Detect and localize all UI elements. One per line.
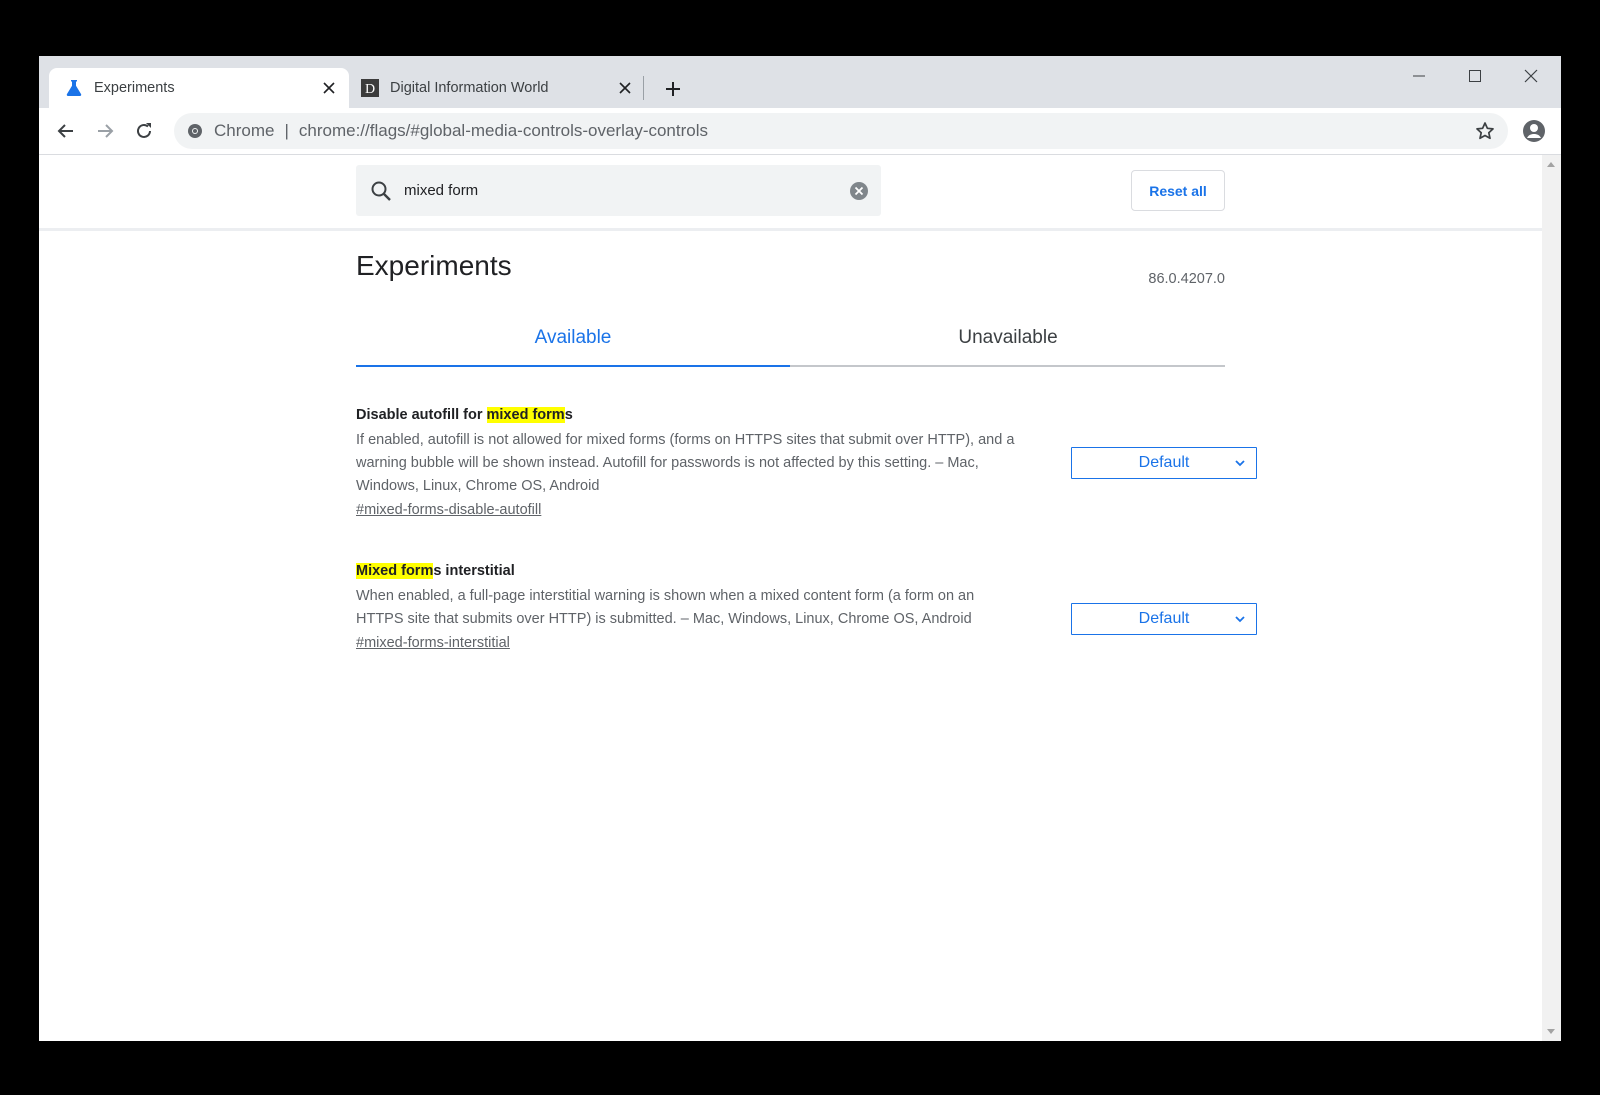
chevron-down-icon <box>1235 616 1245 623</box>
search-icon <box>368 178 394 204</box>
search-box[interactable] <box>356 165 881 216</box>
tab-divider <box>643 76 644 100</box>
close-window-icon[interactable] <box>1508 62 1554 90</box>
flag-state-select[interactable]: Default <box>1071 447 1257 479</box>
close-tab-icon[interactable] <box>615 78 635 98</box>
omnibox-url: chrome://flags/#global-media-controls-ov… <box>298 121 709 140</box>
tab-unavailable[interactable]: Unavailable <box>791 310 1225 365</box>
flag-item: Disable autofill for mixed forms If enab… <box>356 407 1257 519</box>
version-label: 86.0.4207.0 <box>1148 271 1225 287</box>
flag-tabs: Available Unavailable <box>356 310 1225 367</box>
flag-permalink[interactable]: #mixed-forms-interstitial <box>356 635 510 651</box>
forward-arrow-icon[interactable] <box>91 117 119 145</box>
search-input[interactable] <box>402 181 826 200</box>
reload-icon[interactable] <box>130 117 158 145</box>
flag-name: Disable autofill for mixed forms <box>356 407 1225 423</box>
select-value: Default <box>1138 610 1190 627</box>
bookmark-star-icon[interactable] <box>1474 120 1496 142</box>
flags-page: Reset all Experiments 86.0.4207.0 Availa… <box>39 155 1542 1041</box>
tab-title: Experiments <box>94 80 175 96</box>
close-tab-icon[interactable] <box>319 78 339 98</box>
search-highlight: mixed form <box>486 407 565 423</box>
chevron-down-icon <box>1235 460 1245 467</box>
flask-icon <box>65 79 83 97</box>
flag-permalink[interactable]: #mixed-forms-disable-autofill <box>356 502 541 518</box>
scroll-up-icon[interactable] <box>1547 162 1555 167</box>
tab-title: Digital Information World <box>390 80 549 96</box>
new-tab-icon[interactable] <box>660 76 686 102</box>
scroll-down-icon[interactable] <box>1547 1029 1555 1034</box>
svg-text:D: D <box>365 82 375 97</box>
tab-digital-information-world[interactable]: D Digital Information World <box>349 68 645 108</box>
flags-header: Reset all <box>39 155 1542 231</box>
browser-window: Experiments D Digital Information World <box>39 56 1561 1041</box>
flag-description: If enabled, autofill is not allowed for … <box>356 432 1015 494</box>
address-bar[interactable]: Chrome | chrome://flags/#global-media-co… <box>174 113 1508 149</box>
omnibox-origin: Chrome <box>214 121 275 140</box>
flag-name-text: Disable autofill for <box>356 407 487 423</box>
tab-strip: Experiments D Digital Information World <box>39 56 1561 108</box>
tab-experiments[interactable]: Experiments <box>49 68 349 108</box>
flag-name-text: s <box>564 407 573 423</box>
tab-available[interactable]: Available <box>356 310 790 367</box>
vertical-scrollbar[interactable] <box>1542 155 1561 1041</box>
flag-description: When enabled, a full-page interstitial w… <box>356 588 975 627</box>
profile-avatar-icon[interactable] <box>1520 117 1548 145</box>
back-arrow-icon[interactable] <box>52 117 80 145</box>
flag-name: Mixed forms interstitial <box>356 563 1225 579</box>
omnibox-separator: | <box>284 121 289 140</box>
flag-item: Mixed forms interstitial When enabled, a… <box>356 563 1257 652</box>
flag-name-text: s interstitial <box>433 563 515 579</box>
clear-search-icon[interactable] <box>848 180 870 202</box>
page-title: Experiments <box>356 250 512 281</box>
flag-state-select[interactable]: Default <box>1071 603 1257 635</box>
site-favicon-icon: D <box>361 79 379 97</box>
minimize-icon[interactable] <box>1396 62 1442 90</box>
browser-toolbar: Chrome | chrome://flags/#global-media-co… <box>39 108 1561 155</box>
reset-all-button[interactable]: Reset all <box>1131 170 1225 211</box>
select-value: Default <box>1138 454 1190 471</box>
chrome-logo-icon <box>186 122 204 140</box>
maximize-icon[interactable] <box>1452 62 1498 90</box>
search-highlight: Mixed form <box>356 563 434 579</box>
